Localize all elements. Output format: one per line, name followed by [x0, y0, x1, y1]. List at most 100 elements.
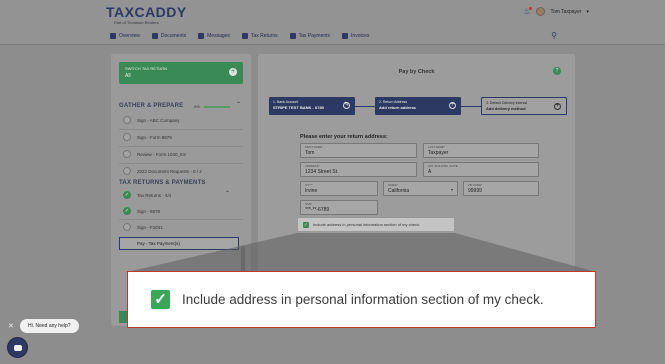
city-field[interactable]: CITY* Irvine [300, 181, 378, 196]
sidebar-green-button-fragment[interactable] [119, 311, 127, 323]
field-value: Tom [305, 150, 315, 156]
nav-label: Documents [160, 32, 187, 39]
nav-documents[interactable]: Documents [151, 32, 187, 39]
first-name-field[interactable]: FIRST NAME* Tom [300, 143, 417, 158]
step-return-address[interactable]: 2. Return Address Add return address + [375, 97, 461, 115]
include-address-checkbox-row[interactable]: ✓ Include address in personal informatio… [297, 217, 455, 232]
field-label: CITY* [305, 183, 313, 187]
checkbox-zoom-callout: ✓ Include address in personal informatio… [127, 271, 596, 328]
item-label: Tax Returns - 4/4 [137, 192, 172, 198]
taxcaddy-logo[interactable]: TAXCADDY Part of Thomson Reuters [106, 4, 187, 25]
state-select[interactable]: STATE* California ▾ [383, 181, 458, 196]
bell-icon[interactable]: ♨ [523, 6, 533, 16]
step-delivery-interval[interactable]: 3. Default Delivery Interval Add deliver… [481, 97, 567, 115]
check-icon: ✓ [123, 191, 131, 199]
sidebar-item-pay-tax-payments[interactable]: Pay - Tax Payment(s) [119, 237, 239, 250]
header-divider [0, 44, 665, 45]
plus-icon: + [229, 68, 237, 76]
status-circle-icon [123, 150, 131, 158]
sidebar-item-tax-returns[interactable]: ✓ Tax Returns - 4/4 [123, 191, 171, 199]
sidebar-item-sign-8879-b[interactable]: ✓ Sign - 8879 [123, 207, 160, 215]
divider [119, 163, 243, 164]
check-icon: ✓ [123, 207, 131, 215]
field-label: APT, BUILDING, SUITE [428, 164, 458, 168]
item-label: Sign - 8879 [137, 208, 161, 214]
item-label: Review - Form 1040_ES [137, 151, 187, 157]
field-value: Taxpayer [428, 150, 449, 156]
chat-launcher-button[interactable] [7, 337, 28, 358]
step-bank-account[interactable]: 1. Bank Account STRIPE TEST BANK - 6789 … [269, 97, 355, 115]
chevron-up-icon[interactable]: ⌃ [236, 101, 241, 108]
nav-tax-payments[interactable]: Tax Payments [289, 32, 331, 39]
invoice-icon [342, 32, 349, 39]
checkbox-label: Include address in personal information … [313, 222, 421, 227]
status-circle-icon [123, 167, 131, 175]
field-label: ADDRESS* [305, 164, 320, 168]
sidebar-item-sign-abc[interactable]: Sign - ABC Company [123, 116, 180, 124]
field-label: LAST NAME* [428, 145, 445, 149]
user-area: ♨ Tom Taxpayer ▾ [523, 6, 589, 16]
notification-dot [529, 6, 533, 10]
documents-icon [151, 32, 158, 39]
home-icon [110, 32, 116, 39]
field-label: STATE* [388, 183, 398, 187]
checkbox-checked-icon[interactable]: ✓ [303, 221, 309, 228]
field-value: 99999 [468, 188, 482, 194]
sidebar-item-document-requests[interactable]: 2022 Document Requests - 0 / 2 [123, 167, 202, 175]
edit-icon[interactable]: ✎ [343, 102, 350, 109]
sidebar-item-sign-8879[interactable]: Sign - Form 8879 [123, 133, 172, 141]
sidebar-item-sign-f1041[interactable]: Sign - F1041 [123, 223, 163, 231]
logo-text: TAXCADDY [106, 4, 187, 20]
status-circle-icon [123, 223, 131, 231]
gather-prepare-title: GATHER & PREPARE [119, 103, 184, 109]
field-value: 1234 Street St. [305, 169, 339, 175]
switch-tax-return-button[interactable]: SWITCH TAX RETURN All + [119, 62, 243, 84]
page-title: Pay by Check [398, 69, 435, 75]
step-value: Add return address [379, 105, 416, 110]
item-label: Sign - ABC Company [137, 117, 180, 123]
nav-overview[interactable]: Overview [110, 32, 140, 39]
chevron-down-icon: ▾ [450, 187, 453, 192]
nav-messages[interactable]: Messages [198, 32, 230, 39]
app-header: TAXCADDY Part of Thomson Reuters ♨ Tom T… [0, 0, 665, 44]
tax-returns-icon [241, 32, 248, 39]
divider [119, 129, 243, 130]
item-label: 2022 Document Requests - 0 / 2 [137, 168, 202, 174]
item-label: Sign - F1041 [137, 224, 163, 230]
field-label: ZIP CODE* [468, 183, 483, 187]
step-connector [355, 106, 375, 107]
field-value: ***-**-6789 [305, 207, 330, 213]
last-name-field[interactable]: LAST NAME* Taxpayer [423, 143, 539, 158]
nav-tax-returns[interactable]: Tax Returns [241, 32, 278, 39]
zip-code-field[interactable]: ZIP CODE* 99999 [463, 181, 539, 196]
chevron-up-icon[interactable]: ⌃ [225, 190, 230, 197]
avatar[interactable] [536, 7, 546, 16]
address-field[interactable]: ADDRESS* 1234 Street St. [300, 162, 417, 177]
divider [119, 219, 243, 220]
nav-label: Tax Payments [298, 32, 331, 39]
chat-icon [14, 345, 22, 351]
nav-invoices[interactable]: Invoices [342, 32, 370, 39]
apt-suite-field[interactable]: APT, BUILDING, SUITE A [423, 162, 539, 177]
messages-icon [198, 32, 205, 39]
checkbox-checked-icon[interactable]: ✓ [151, 290, 170, 309]
plus-circle-icon[interactable]: + [554, 103, 561, 110]
tax-returns-payments-title: TAX RETURNS & PAYMENTS [119, 180, 206, 186]
switch-value: All [125, 73, 131, 79]
gather-percent: 0% [194, 104, 200, 109]
ssn-field[interactable]: SSN* ***-**-6789 [300, 200, 378, 215]
nav-label: Tax Returns [250, 32, 278, 39]
chevron-down-icon[interactable]: ▾ [586, 9, 589, 15]
help-icon[interactable]: ? [553, 67, 561, 75]
plus-circle-icon[interactable]: + [449, 102, 456, 109]
nav-label: Invoices [351, 32, 370, 39]
search-icon[interactable]: ⚲ [551, 31, 557, 40]
step-value: Add delivery method [486, 106, 526, 111]
field-label: FIRST NAME* [305, 145, 323, 149]
user-name[interactable]: Tom Taxpayer [550, 9, 581, 15]
sidebar-item-review-1040es[interactable]: Review - Form 1040_ES [123, 150, 186, 158]
close-icon[interactable]: ✕ [8, 322, 14, 330]
chat-greeting[interactable]: Hi. Need any help? [20, 319, 79, 333]
nav-label: Overview [119, 32, 140, 39]
step-connector [461, 106, 481, 107]
